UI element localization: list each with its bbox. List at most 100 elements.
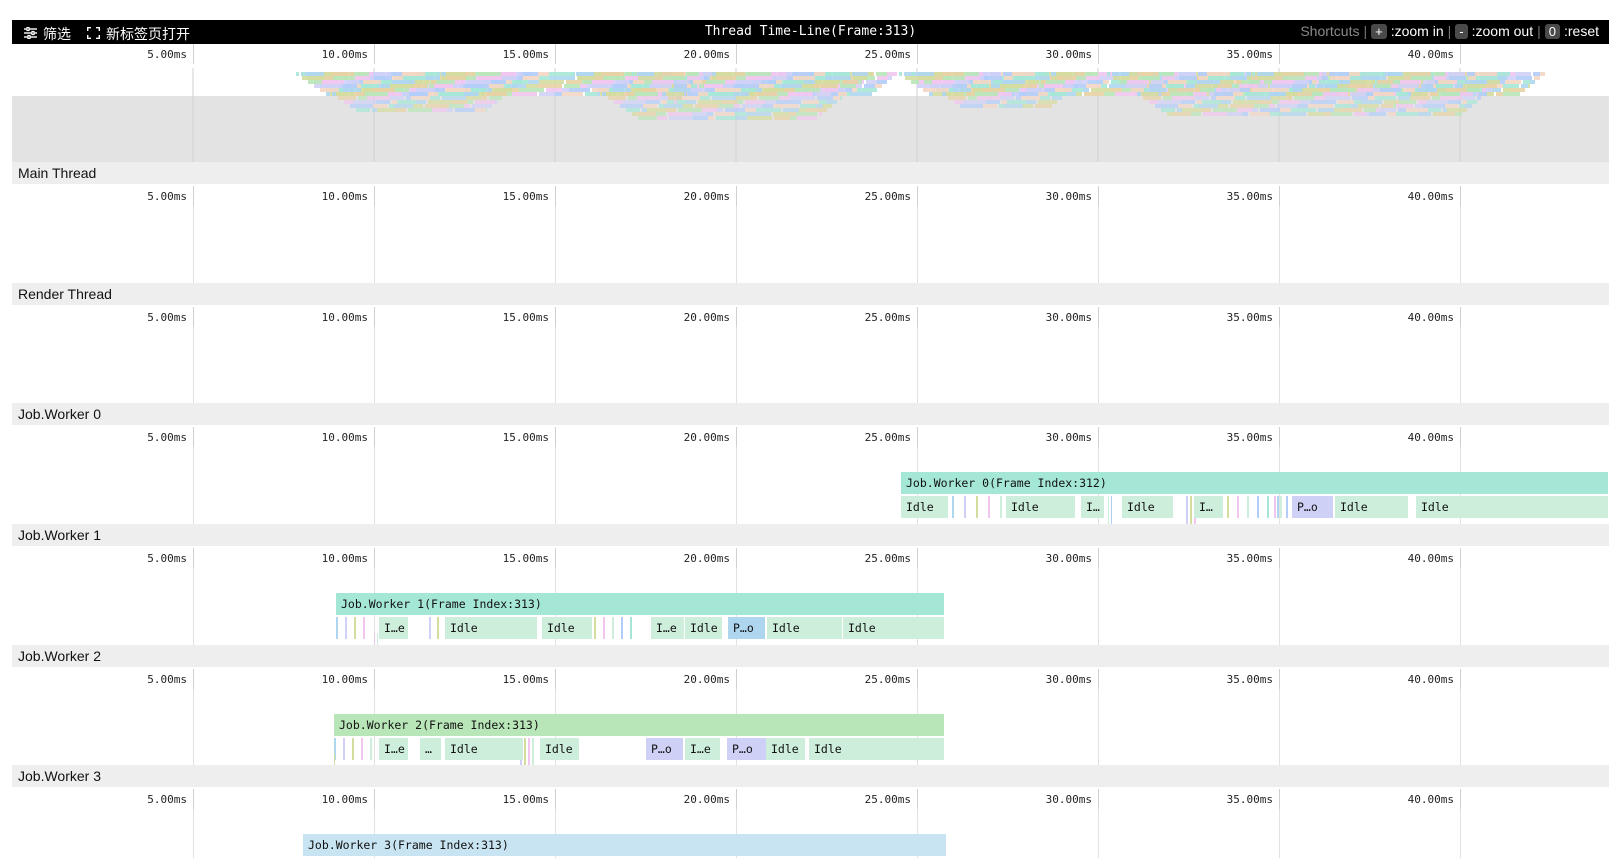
timeline-bar[interactable]: Idle (1122, 496, 1174, 518)
timeline-bar[interactable]: Idle (1416, 496, 1609, 518)
timeline-bar[interactable]: P…o (728, 617, 766, 639)
timeline-bar[interactable]: Job.Worker 1(Frame Index:313) (336, 593, 945, 615)
thread-label[interactable]: Job.Worker 1 (12, 524, 1609, 546)
timeline-sliver[interactable] (354, 617, 356, 639)
timeline-bar[interactable]: … (420, 738, 442, 760)
timeline-bar[interactable]: P…o (646, 738, 684, 760)
timeline-bar[interactable]: Idle (901, 496, 949, 518)
timeline-sliver[interactable] (1227, 496, 1229, 518)
timeline-sliver[interactable] (361, 738, 363, 760)
timeline-bar[interactable]: Idle (1006, 496, 1076, 518)
timeline-bar[interactable]: I…e (379, 738, 409, 760)
ruler-tick (917, 44, 918, 64)
ruler-tick (1098, 789, 1099, 809)
timeline-bar[interactable]: Idle (809, 738, 945, 760)
timeline-sliver[interactable] (343, 738, 345, 760)
timeline-app: 筛选 新标签页打开 Thread Time-Line(Frame:313) Sh… (12, 20, 1609, 858)
ruler-tick-label: 15.00ms (502, 673, 549, 686)
timeline-sliver[interactable] (352, 738, 354, 760)
timeline-bar[interactable]: P…o (1292, 496, 1334, 518)
thread-label[interactable]: Job.Worker 0 (12, 403, 1609, 425)
thread-label[interactable]: Job.Worker 2 (12, 645, 1609, 667)
timeline-bar[interactable]: I… (1081, 496, 1105, 518)
timeline-sliver[interactable] (1186, 496, 1188, 524)
timeline-bar[interactable]: Job.Worker 0(Frame Index:312) (901, 472, 1609, 494)
timeline-bar[interactable]: Idle (685, 617, 723, 639)
ruler-tick (736, 789, 737, 809)
timeline-bar[interactable]: Idle (766, 738, 806, 760)
timeline-bar[interactable]: I… (1194, 496, 1224, 518)
timeline-sliver[interactable] (1280, 496, 1282, 518)
timeline-sliver[interactable] (374, 633, 375, 645)
ruler-tick-label: 35.00ms (1226, 552, 1273, 565)
timeline-sliver[interactable] (1274, 496, 1276, 518)
timeline-sliver[interactable] (345, 617, 347, 639)
timeline-bar[interactable]: P…o (727, 738, 767, 760)
timeline-sliver[interactable] (594, 617, 596, 639)
timeline-bar[interactable]: Idle (542, 617, 593, 639)
timeline-sliver[interactable] (630, 617, 632, 639)
timeline-sliver[interactable] (988, 496, 990, 518)
ruler-tick-label: 25.00ms (864, 48, 911, 61)
timeline-sliver[interactable] (1190, 496, 1192, 524)
timeline-sliver[interactable] (334, 754, 335, 765)
timeline-sliver[interactable] (976, 496, 978, 518)
ruler-tick-label: 30.00ms (1045, 673, 1092, 686)
thread-label[interactable]: Main Thread (12, 162, 1609, 184)
ruler-tick (736, 307, 737, 327)
ruler-tick-label: 25.00ms (864, 552, 911, 565)
ruler-tick-label: 30.00ms (1045, 793, 1092, 806)
ruler-tick-label: 5.00ms (147, 552, 187, 565)
timeline-bar[interactable]: Idle (767, 617, 843, 639)
timeline-bar[interactable]: Idle (445, 617, 538, 639)
timeline-sliver[interactable] (1257, 496, 1259, 518)
thread-label[interactable]: Job.Worker 3 (12, 765, 1609, 787)
timeline-sliver[interactable] (370, 738, 372, 760)
timeline-sliver[interactable] (437, 617, 439, 639)
timeline-sliver[interactable] (336, 617, 338, 639)
ruler-tick-label: 35.00ms (1226, 431, 1273, 444)
timeline-sliver[interactable] (603, 617, 605, 639)
ruler-tick (193, 548, 194, 568)
ruler-tick-label: 15.00ms (502, 48, 549, 61)
thread-label[interactable]: Render Thread (12, 283, 1609, 305)
timeline-bar[interactable]: Idle (1335, 496, 1409, 518)
timeline-bar[interactable]: I…e (379, 617, 409, 639)
timeline-sliver[interactable] (363, 617, 365, 639)
timeline-sliver[interactable] (1267, 496, 1269, 518)
ruler-tick-label: 30.00ms (1045, 552, 1092, 565)
timeline-sliver[interactable] (964, 496, 966, 518)
timeline-bar[interactable]: Job.Worker 3(Frame Index:313) (303, 834, 947, 856)
ruler-tick-label: 30.00ms (1045, 311, 1092, 324)
ruler-tick (917, 427, 918, 447)
timeline-sliver[interactable] (1277, 496, 1279, 518)
timeline-bar[interactable]: Idle (540, 738, 580, 760)
zoom-out-key: - (1455, 23, 1468, 39)
timeline-sliver[interactable] (528, 738, 530, 765)
timeline-bar[interactable]: Idle (843, 617, 945, 639)
timeline-sliver[interactable] (429, 617, 431, 639)
timeline-sliver[interactable] (612, 617, 614, 639)
separator: | (1537, 23, 1541, 39)
ruler-tick (374, 44, 375, 64)
timeline-sliver[interactable] (1247, 496, 1249, 518)
timeline-sliver[interactable] (1111, 496, 1112, 524)
ruler-tick-label: 35.00ms (1226, 48, 1273, 61)
timeline-sliver[interactable] (377, 633, 378, 645)
timeline-sliver[interactable] (1286, 496, 1288, 518)
timeline-bar[interactable]: I…e (685, 738, 721, 760)
timeline-bar[interactable]: Job.Worker 2(Frame Index:313) (334, 714, 945, 736)
timeline-sliver[interactable] (621, 617, 623, 639)
timeline-sliver[interactable] (1237, 496, 1239, 518)
ruler-tick (193, 789, 194, 809)
ruler-tick-label: 10.00ms (321, 673, 368, 686)
timeline-sliver[interactable] (532, 738, 534, 765)
timeline-sliver[interactable] (1108, 496, 1109, 524)
timeline-bar[interactable]: Idle (445, 738, 524, 760)
timeline-sliver[interactable] (952, 496, 954, 518)
ruler-tick (374, 669, 375, 689)
timeline-sliver[interactable] (524, 738, 526, 765)
ruler-tick (1279, 669, 1280, 689)
timeline-sliver[interactable] (1000, 496, 1002, 518)
timeline-bar[interactable]: I…e (651, 617, 685, 639)
